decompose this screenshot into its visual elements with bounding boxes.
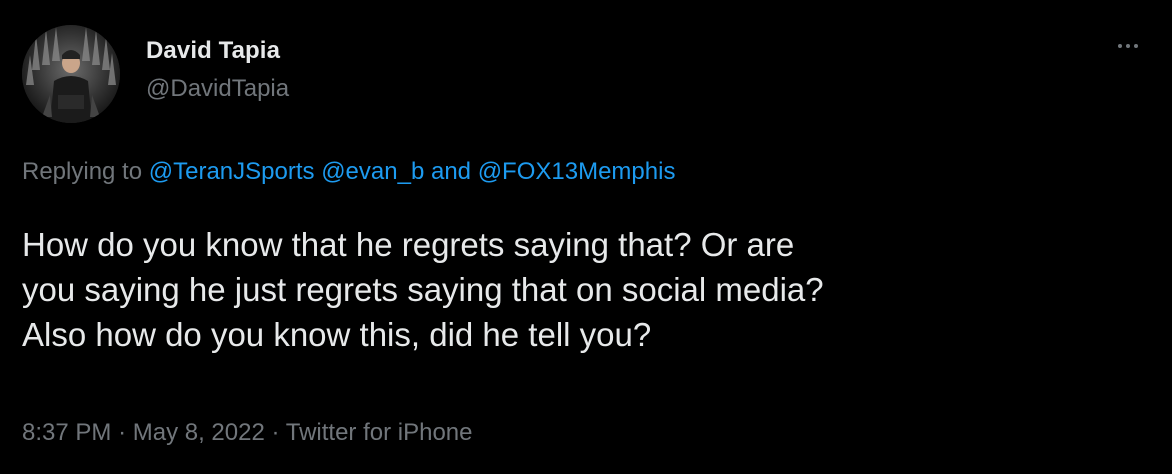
replying-to-label: Replying to — [22, 158, 143, 185]
tweet-time[interactable]: 8:37 PM — [22, 419, 111, 446]
more-horizontal-icon — [1118, 44, 1138, 48]
tweet-text-line: Also how do you know this, did he tell y… — [22, 316, 652, 353]
replying-to-line: Replying to @TeranJSports @evan_b and @F… — [22, 158, 675, 186]
meta-separator: · — [118, 419, 127, 446]
avatar[interactable] — [22, 25, 120, 123]
tweet-date[interactable]: May 8, 2022 — [133, 419, 265, 446]
author-display-name[interactable]: David Tapia — [146, 37, 280, 65]
meta-separator: · — [271, 419, 280, 446]
tweet-text-line: How do you know that he regrets saying t… — [22, 226, 795, 263]
more-options-button[interactable] — [1118, 36, 1152, 56]
author-handle[interactable]: @DavidTapia — [146, 75, 289, 103]
tweet-text: How do you know that he regrets saying t… — [22, 222, 1152, 357]
tweet-card: David Tapia @DavidTapia Replying to @Ter… — [0, 0, 1172, 474]
mention-joiner[interactable]: and — [431, 158, 471, 185]
tweet-text-line: you saying he just regrets saying that o… — [22, 271, 824, 308]
mention-link-evan-b[interactable]: @evan_b — [321, 158, 424, 185]
mention-link-fox13memphis[interactable]: @FOX13Memphis — [478, 158, 676, 185]
tweet-metadata: 8:37 PM · May 8, 2022 · Twitter for iPho… — [22, 419, 472, 447]
avatar-photo — [22, 25, 120, 123]
mention-link-teranjsports[interactable]: @TeranJSports — [149, 158, 315, 185]
tweet-source[interactable]: Twitter for iPhone — [286, 419, 473, 446]
